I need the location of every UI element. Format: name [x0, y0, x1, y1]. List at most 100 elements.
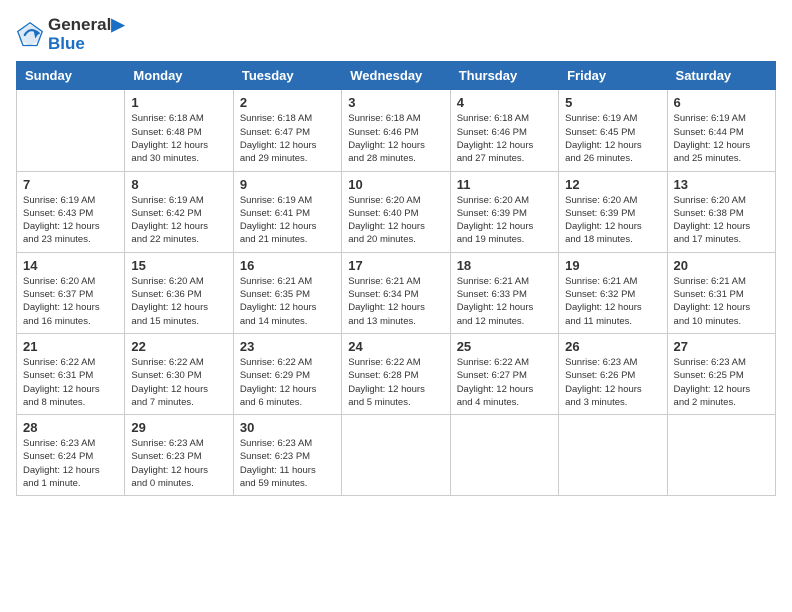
- week-row-5: 28 Sunrise: 6:23 AM Sunset: 6:24 PM Dayli…: [17, 415, 776, 496]
- day-cell: 13 Sunrise: 6:20 AM Sunset: 6:38 PM Dayli…: [667, 171, 775, 252]
- day-cell: 12 Sunrise: 6:20 AM Sunset: 6:39 PM Dayli…: [559, 171, 667, 252]
- day-info: Sunrise: 6:22 AM Sunset: 6:27 PM Dayligh…: [457, 356, 552, 409]
- day-cell: 26Sunrise: 6:23 AM Sunset: 6:26 PM Dayli…: [559, 333, 667, 414]
- day-cell: 29 Sunrise: 6:23 AM Sunset: 6:23 PM Dayli…: [125, 415, 233, 496]
- day-number: 5: [565, 95, 660, 110]
- day-info: Sunrise: 6:18 AM Sunset: 6:46 PM Dayligh…: [457, 112, 552, 165]
- day-cell: 22 Sunrise: 6:22 AM Sunset: 6:30 PM Dayli…: [125, 333, 233, 414]
- day-info: Sunrise: 6:21 AM Sunset: 6:33 PM Dayligh…: [457, 275, 552, 328]
- day-cell: 2 Sunrise: 6:18 AM Sunset: 6:47 PM Daylig…: [233, 90, 341, 171]
- day-number: 13: [674, 177, 769, 192]
- day-info: Sunrise: 6:21 AM Sunset: 6:35 PM Dayligh…: [240, 275, 335, 328]
- col-header-thursday: Thursday: [450, 62, 558, 90]
- day-info: Sunrise: 6:18 AM Sunset: 6:48 PM Dayligh…: [131, 112, 226, 165]
- day-number: 14: [23, 258, 118, 273]
- day-cell: [667, 415, 775, 496]
- day-number: 11: [457, 177, 552, 192]
- day-info: Sunrise: 6:20 AM Sunset: 6:39 PM Dayligh…: [457, 194, 552, 247]
- day-number: 22: [131, 339, 226, 354]
- day-info: Sunrise: 6:22 AM Sunset: 6:30 PM Dayligh…: [131, 356, 226, 409]
- day-cell: 6 Sunrise: 6:19 AM Sunset: 6:44 PM Daylig…: [667, 90, 775, 171]
- day-number: 10: [348, 177, 443, 192]
- day-number: 18: [457, 258, 552, 273]
- day-number: 21: [23, 339, 118, 354]
- day-info: Sunrise: 6:20 AM Sunset: 6:40 PM Dayligh…: [348, 194, 443, 247]
- day-cell: 4 Sunrise: 6:18 AM Sunset: 6:46 PM Daylig…: [450, 90, 558, 171]
- page-header: General▶ Blue: [16, 16, 776, 53]
- week-row-3: 14 Sunrise: 6:20 AM Sunset: 6:37 PM Dayli…: [17, 252, 776, 333]
- day-number: 4: [457, 95, 552, 110]
- day-cell: 10 Sunrise: 6:20 AM Sunset: 6:40 PM Dayli…: [342, 171, 450, 252]
- day-info: Sunrise: 6:20 AM Sunset: 6:39 PM Dayligh…: [565, 194, 660, 247]
- day-info: Sunrise: 6:19 AM Sunset: 6:44 PM Dayligh…: [674, 112, 769, 165]
- day-info: Sunrise: 6:18 AM Sunset: 6:46 PM Dayligh…: [348, 112, 443, 165]
- day-cell: 28 Sunrise: 6:23 AM Sunset: 6:24 PM Dayli…: [17, 415, 125, 496]
- col-header-friday: Friday: [559, 62, 667, 90]
- col-header-saturday: Saturday: [667, 62, 775, 90]
- day-number: 23: [240, 339, 335, 354]
- col-header-wednesday: Wednesday: [342, 62, 450, 90]
- day-number: 6: [674, 95, 769, 110]
- day-info: Sunrise: 6:22 AM Sunset: 6:31 PM Dayligh…: [23, 356, 118, 409]
- day-info: Sunrise: 6:22 AM Sunset: 6:29 PM Dayligh…: [240, 356, 335, 409]
- day-info: Sunrise: 6:20 AM Sunset: 6:36 PM Dayligh…: [131, 275, 226, 328]
- day-cell: 15 Sunrise: 6:20 AM Sunset: 6:36 PM Dayli…: [125, 252, 233, 333]
- day-cell: 30 Sunrise: 6:23 AM Sunset: 6:23 PM Dayli…: [233, 415, 341, 496]
- day-cell: 7Sunrise: 6:19 AM Sunset: 6:43 PM Daylig…: [17, 171, 125, 252]
- week-row-1: 1 Sunrise: 6:18 AM Sunset: 6:48 PM Daylig…: [17, 90, 776, 171]
- calendar-header-row: SundayMondayTuesdayWednesdayThursdayFrid…: [17, 62, 776, 90]
- day-cell: 24 Sunrise: 6:22 AM Sunset: 6:28 PM Dayli…: [342, 333, 450, 414]
- day-cell: 21 Sunrise: 6:22 AM Sunset: 6:31 PM Dayli…: [17, 333, 125, 414]
- day-number: 15: [131, 258, 226, 273]
- day-number: 27: [674, 339, 769, 354]
- day-info: Sunrise: 6:21 AM Sunset: 6:32 PM Dayligh…: [565, 275, 660, 328]
- day-number: 29: [131, 420, 226, 435]
- day-number: 30: [240, 420, 335, 435]
- day-cell: 11 Sunrise: 6:20 AM Sunset: 6:39 PM Dayli…: [450, 171, 558, 252]
- day-cell: 23 Sunrise: 6:22 AM Sunset: 6:29 PM Dayli…: [233, 333, 341, 414]
- day-cell: [450, 415, 558, 496]
- day-info: Sunrise: 6:23 AM Sunset: 6:26 PM Dayligh…: [565, 356, 660, 409]
- day-cell: 8 Sunrise: 6:19 AM Sunset: 6:42 PM Daylig…: [125, 171, 233, 252]
- week-row-4: 21 Sunrise: 6:22 AM Sunset: 6:31 PM Dayli…: [17, 333, 776, 414]
- day-info: Sunrise: 6:20 AM Sunset: 6:37 PM Dayligh…: [23, 275, 118, 328]
- day-info: Sunrise: 6:20 AM Sunset: 6:38 PM Dayligh…: [674, 194, 769, 247]
- day-info: Sunrise: 6:21 AM Sunset: 6:31 PM Dayligh…: [674, 275, 769, 328]
- day-cell: 19 Sunrise: 6:21 AM Sunset: 6:32 PM Dayli…: [559, 252, 667, 333]
- day-cell: [17, 90, 125, 171]
- col-header-tuesday: Tuesday: [233, 62, 341, 90]
- col-header-monday: Monday: [125, 62, 233, 90]
- day-cell: 18 Sunrise: 6:21 AM Sunset: 6:33 PM Dayli…: [450, 252, 558, 333]
- day-number: 12: [565, 177, 660, 192]
- day-number: 2: [240, 95, 335, 110]
- day-info: Sunrise: 6:19 AM Sunset: 6:45 PM Dayligh…: [565, 112, 660, 165]
- day-number: 16: [240, 258, 335, 273]
- day-info: Sunrise: 6:18 AM Sunset: 6:47 PM Dayligh…: [240, 112, 335, 165]
- logo-icon: [16, 21, 44, 49]
- day-number: 7: [23, 177, 118, 192]
- day-cell: 16 Sunrise: 6:21 AM Sunset: 6:35 PM Dayli…: [233, 252, 341, 333]
- logo-text: General▶ Blue: [48, 16, 124, 53]
- day-number: 1: [131, 95, 226, 110]
- day-cell: [559, 415, 667, 496]
- day-number: 28: [23, 420, 118, 435]
- day-info: Sunrise: 6:23 AM Sunset: 6:24 PM Dayligh…: [23, 437, 118, 490]
- calendar-table: SundayMondayTuesdayWednesdayThursdayFrid…: [16, 61, 776, 496]
- day-info: Sunrise: 6:22 AM Sunset: 6:28 PM Dayligh…: [348, 356, 443, 409]
- day-number: 19: [565, 258, 660, 273]
- logo: General▶ Blue: [16, 16, 124, 53]
- day-number: 9: [240, 177, 335, 192]
- day-number: 8: [131, 177, 226, 192]
- day-info: Sunrise: 6:19 AM Sunset: 6:42 PM Dayligh…: [131, 194, 226, 247]
- day-number: 24: [348, 339, 443, 354]
- day-info: Sunrise: 6:23 AM Sunset: 6:23 PM Dayligh…: [240, 437, 335, 490]
- col-header-sunday: Sunday: [17, 62, 125, 90]
- day-info: Sunrise: 6:19 AM Sunset: 6:41 PM Dayligh…: [240, 194, 335, 247]
- day-info: Sunrise: 6:21 AM Sunset: 6:34 PM Dayligh…: [348, 275, 443, 328]
- week-row-2: 7Sunrise: 6:19 AM Sunset: 6:43 PM Daylig…: [17, 171, 776, 252]
- day-info: Sunrise: 6:23 AM Sunset: 6:23 PM Dayligh…: [131, 437, 226, 490]
- day-number: 20: [674, 258, 769, 273]
- day-number: 17: [348, 258, 443, 273]
- day-cell: 9 Sunrise: 6:19 AM Sunset: 6:41 PM Daylig…: [233, 171, 341, 252]
- day-number: 25: [457, 339, 552, 354]
